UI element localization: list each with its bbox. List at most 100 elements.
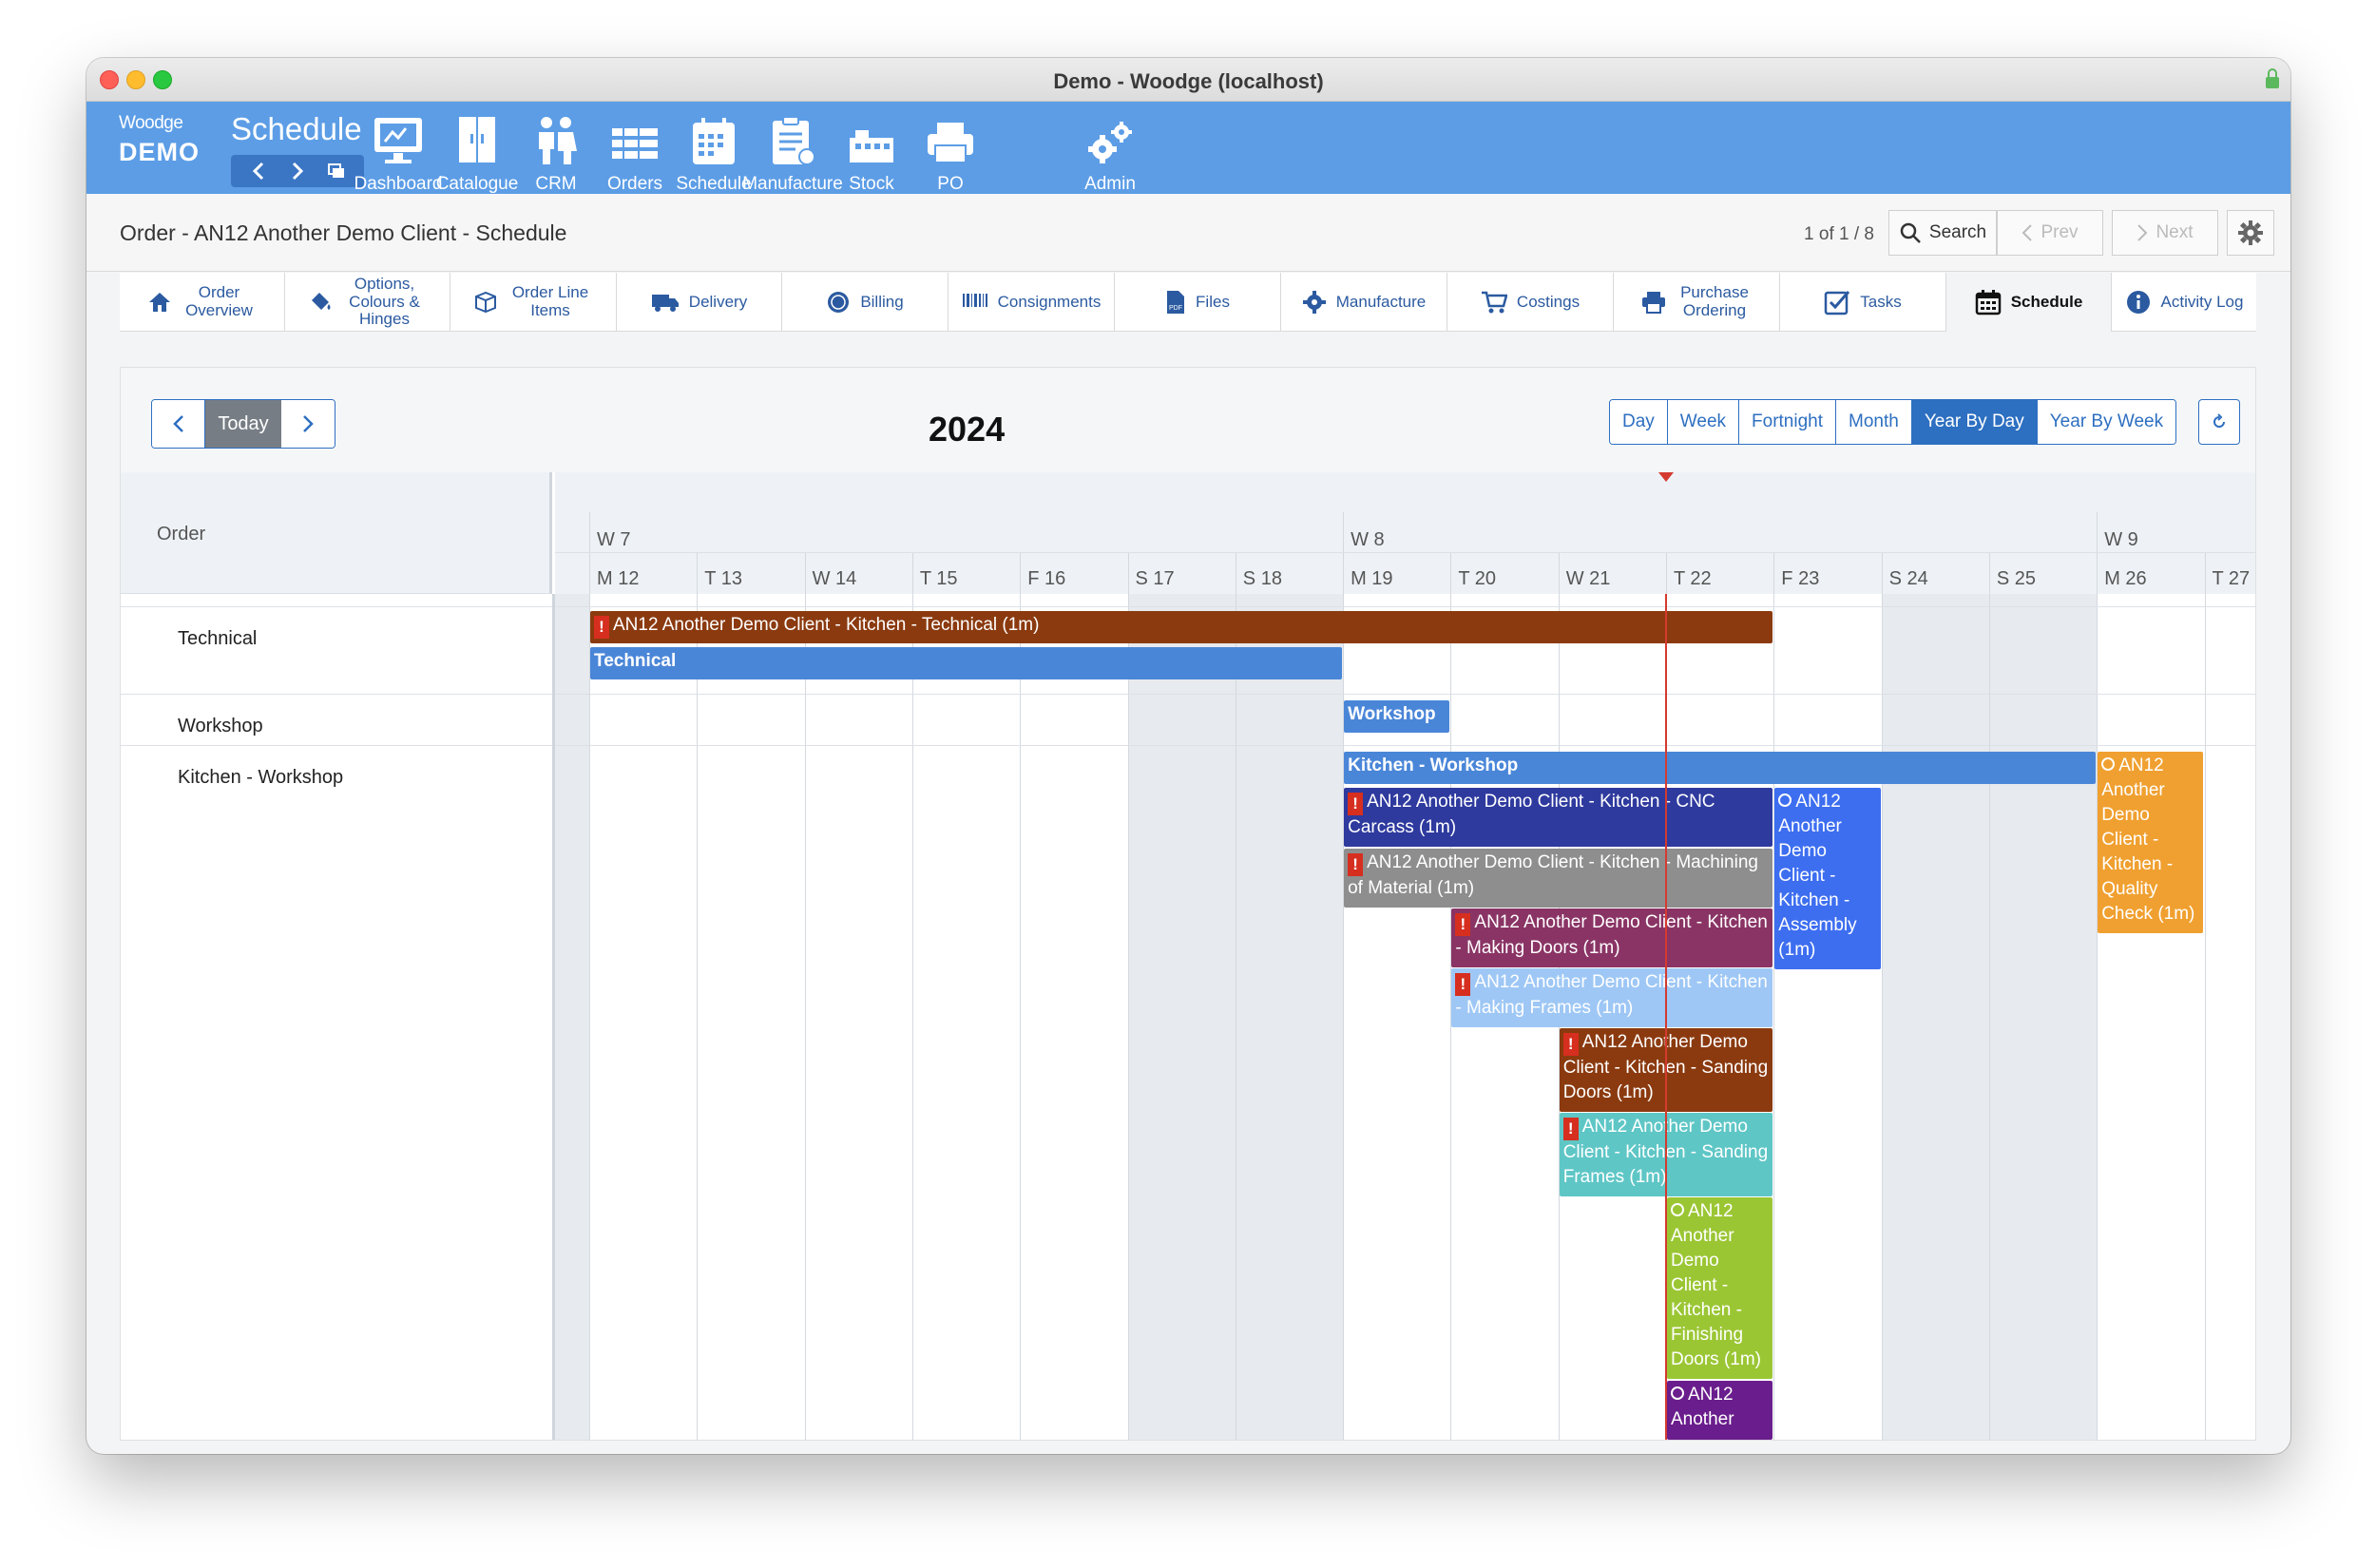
day-divider	[1020, 552, 1022, 1440]
schedule-event[interactable]: ! AN12 Another Demo Client - Kitchen - CN…	[1344, 788, 1773, 847]
day-label: S 18	[1242, 568, 1282, 589]
alert-icon: !	[1455, 913, 1471, 936]
page-title: Order - AN12 Another Demo Client - Sched…	[120, 220, 567, 245]
gear-icon	[1302, 291, 1326, 314]
search-label: Search	[1928, 222, 1987, 242]
event-label: Kitchen - Workshop	[1348, 755, 1519, 775]
record-header: Order - AN12 Another Demo Client - Sched…	[86, 194, 2290, 272]
day-label: T 27	[2212, 568, 2251, 589]
checkbox-icon	[1825, 291, 1850, 316]
settings-button[interactable]	[2227, 210, 2274, 256]
nav-po[interactable]: PO	[889, 107, 1012, 195]
tab-order-overview[interactable]: Order Overview	[120, 273, 285, 332]
view-week-button[interactable]: Week	[1667, 400, 1740, 444]
view-day-button[interactable]: Day	[1610, 400, 1668, 444]
tab-schedule[interactable]: Schedule	[1946, 273, 2112, 332]
tab-label: Manufacture	[1335, 292, 1427, 311]
schedule-event[interactable]: AN12 Another Demo Client - Kitchen - Fin…	[1667, 1197, 1773, 1379]
day-label: S 25	[1996, 568, 2037, 589]
view-fortnight-button[interactable]: Fortnight	[1739, 400, 1837, 444]
tab-order-line-items[interactable]: Order Line Items	[450, 273, 617, 332]
schedule-event[interactable]: AN12 Another	[1667, 1381, 1773, 1440]
tab-delivery[interactable]: Delivery	[617, 273, 782, 332]
prev-period-button[interactable]	[152, 400, 205, 448]
event-label: Technical	[594, 651, 677, 671]
next-record-button[interactable]: Next	[2112, 210, 2218, 256]
refresh-button[interactable]	[2198, 399, 2240, 445]
view-year-by-week-button[interactable]: Year By Week	[2037, 400, 2176, 444]
tab-label: Order Line Items	[511, 283, 589, 319]
brand-edition: DEMO	[119, 138, 200, 166]
search-button[interactable]: Search	[1888, 210, 1997, 256]
weekend-shade	[1881, 594, 1989, 1440]
schedule-event[interactable]: AN12 Another Demo Client - Kitchen - Qua…	[2098, 752, 2204, 933]
record-count: 1 of 1 / 8	[1804, 224, 1874, 244]
chevron-left-icon	[172, 415, 183, 432]
event-label: AN12 Another Demo Client - Kitchen - Fin…	[1671, 1201, 1762, 1369]
svg-text:PDF: PDF	[1169, 305, 1182, 312]
alert-icon: !	[1562, 1033, 1579, 1056]
home-icon	[148, 293, 170, 312]
day-label: M 19	[1351, 568, 1393, 589]
today-button[interactable]: Today	[205, 400, 281, 448]
event-label: AN12 Another Demo Client - Kitchen - Ass…	[1778, 792, 1857, 960]
tab-label: Costings	[1516, 292, 1581, 311]
schedule-event[interactable]: ! AN12 Another Demo Client - Kitchen - Te…	[590, 611, 1773, 643]
week-label: W 9	[2104, 529, 2138, 550]
cart-icon	[1481, 291, 1507, 314]
schedule-group-bar[interactable]: Workshop	[1344, 700, 1450, 733]
tab-label: Files	[1196, 292, 1230, 311]
calendar-icon	[1975, 290, 2001, 316]
day-divider	[911, 552, 913, 1440]
day-label: S 24	[1888, 568, 1928, 589]
resource-column-header: Order	[121, 472, 552, 594]
app-header: Woodge DEMO Schedule Dashboard Catalogue…	[86, 102, 2290, 194]
current-time-line	[1665, 594, 1667, 1440]
tab-activity-log[interactable]: Activity Log	[2112, 273, 2256, 332]
schedule-event[interactable]: AN12 Another Demo Client - Kitchen - Ass…	[1774, 788, 1881, 969]
event-label: Workshop	[1348, 704, 1436, 724]
tab-label: Purchase Ordering	[1680, 283, 1749, 319]
tab-consignments[interactable]: Consignments	[948, 273, 1115, 332]
prev-label: Prev	[2041, 222, 2079, 242]
app-window: Demo - Woodge (localhost) Woodge DEMO Sc…	[86, 58, 2290, 1454]
event-label: AN12 Another Demo Client - Kitchen - Mak…	[1455, 912, 1768, 958]
week-label: W 8	[1351, 529, 1385, 550]
view-switcher: Day Week Fortnight Month Year By Day Yea…	[1609, 399, 2177, 445]
event-label: AN12 Another Demo Client - Kitchen - Qua…	[2101, 755, 2195, 924]
tab-purchase-ordering[interactable]: Purchase Ordering	[1614, 273, 1780, 332]
view-year-by-day-button[interactable]: Year By Day	[1911, 400, 2038, 444]
next-period-button[interactable]	[281, 400, 335, 448]
schedule-event[interactable]: ! AN12 Another Demo Client - Kitchen - Ma…	[1451, 968, 1773, 1027]
schedule-event[interactable]: ! AN12 Another Demo Client - Kitchen - Ma…	[1344, 849, 1773, 908]
box-icon	[475, 291, 496, 314]
alert-icon: !	[1455, 973, 1471, 996]
tab-options[interactable]: Options, Colours & Hinges	[285, 273, 450, 332]
tab-files[interactable]: PDF Files	[1115, 273, 1281, 332]
day-divider	[1988, 552, 1990, 1440]
open-circle-icon	[1778, 794, 1792, 807]
nav-admin[interactable]: Admin	[1048, 107, 1172, 195]
tab-manufacture[interactable]: Manufacture	[1281, 273, 1447, 332]
schedule-group-bar[interactable]: Kitchen - Workshop	[1344, 752, 2097, 784]
date-nav-group: Today	[151, 399, 335, 449]
event-label: AN12 Another Demo Client - Kitchen - CNC…	[1348, 792, 1715, 837]
pdf-icon: PDF	[1167, 291, 1185, 314]
schedule-group-bar[interactable]: Technical	[590, 647, 1343, 679]
chevron-left-icon	[252, 162, 264, 181]
weekend-shade	[1235, 594, 1344, 1440]
resource-column-divider	[552, 594, 555, 1440]
brand-logo[interactable]: Woodge DEMO	[119, 113, 200, 167]
view-month-button[interactable]: Month	[1836, 400, 1912, 444]
tab-label: Billing	[860, 292, 904, 311]
open-circle-icon	[1671, 1386, 1684, 1400]
tab-costings[interactable]: Costings	[1447, 273, 1614, 332]
schedule-event[interactable]: ! AN12 Another Demo Client - Kitchen - Ma…	[1451, 908, 1773, 967]
tab-billing[interactable]: Billing	[782, 273, 948, 332]
tab-tasks[interactable]: Tasks	[1780, 273, 1946, 332]
nav-label: PO	[937, 174, 964, 194]
day-label: T 20	[1458, 568, 1497, 589]
week-label: W 7	[597, 529, 631, 550]
prev-record-button[interactable]: Prev	[1997, 210, 2103, 256]
chevron-right-icon	[303, 415, 314, 432]
